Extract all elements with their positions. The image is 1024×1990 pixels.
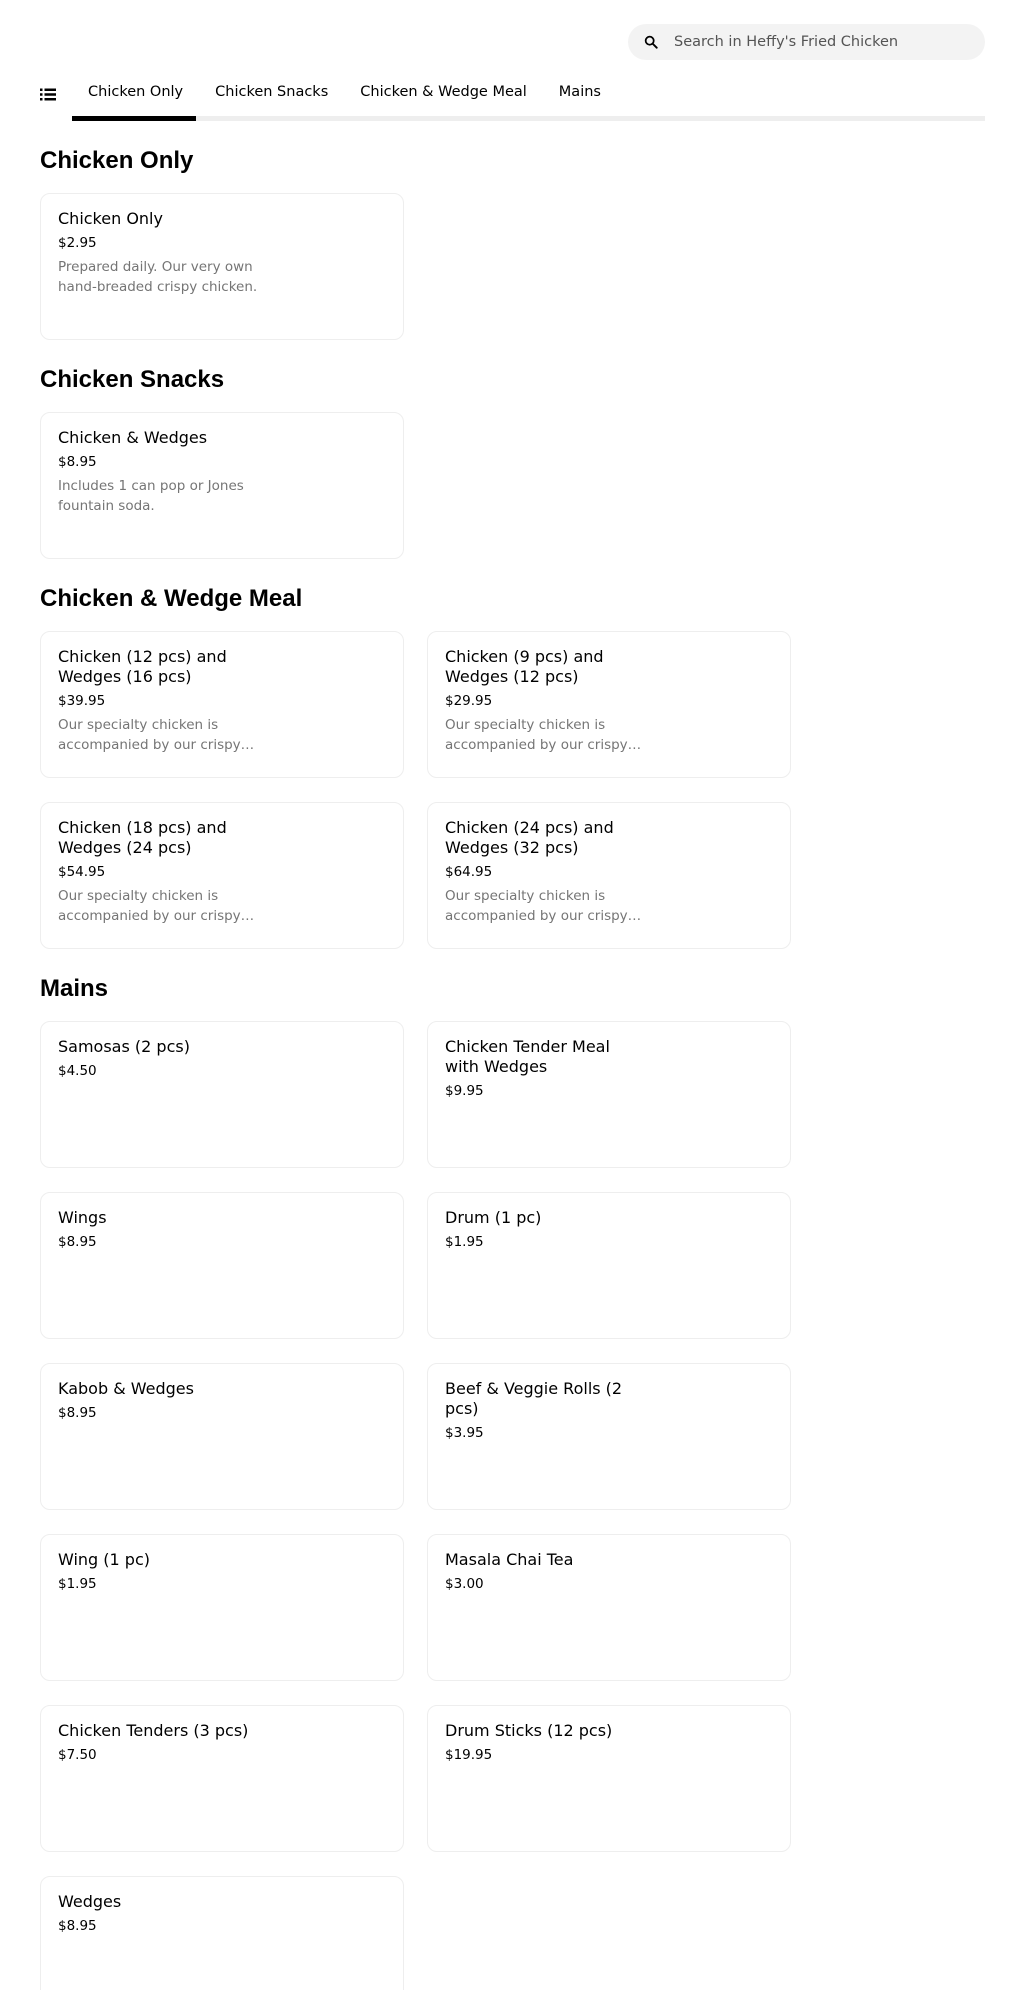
- menu-item-card[interactable]: Chicken (24 pcs) and Wedges (32 pcs) $64…: [427, 802, 791, 949]
- item-price: $3.00: [445, 1576, 484, 1592]
- item-name: Wing (1 pc): [58, 1550, 150, 1569]
- item-price: $8.95: [58, 454, 97, 470]
- menu-item-card[interactable]: Wing (1 pc) $1.95: [40, 1534, 404, 1681]
- menu-item-card[interactable]: Masala Chai Tea $3.00: [427, 1534, 791, 1681]
- item-price: $64.95: [445, 864, 493, 880]
- menu-item-card[interactable]: Chicken (9 pcs) and Wedges (12 pcs) $29.…: [427, 631, 791, 778]
- item-description: Prepared daily. Our very own hand-breade…: [58, 259, 258, 295]
- item-price: $39.95: [58, 693, 106, 709]
- item-price: $4.50: [58, 1063, 97, 1079]
- item-price: $3.95: [445, 1425, 484, 1441]
- search-icon: [644, 35, 658, 49]
- category-tabs: Chicken Only Chicken Snacks Chicken & We…: [72, 76, 617, 120]
- item-description: Our specialty chicken is accompanied by …: [445, 717, 628, 753]
- item-price: $8.95: [58, 1405, 97, 1421]
- menu-item-card[interactable]: Beef & Veggie Rolls (2 pcs) $3.95: [427, 1363, 791, 1510]
- item-name: Drum Sticks (12 pcs): [445, 1721, 613, 1740]
- item-name: Chicken & Wedges: [58, 428, 208, 447]
- tab-chicken-snacks[interactable]: Chicken Snacks: [199, 76, 344, 120]
- item-price: $1.95: [445, 1234, 484, 1250]
- item-price: $1.95: [58, 1576, 97, 1592]
- section-title-mains: Mains: [40, 975, 109, 1002]
- item-price: $9.95: [445, 1083, 484, 1099]
- item-name: Beef & Veggie Rolls (2 pcs): [445, 1379, 623, 1418]
- item-name: Kabob & Wedges: [58, 1379, 194, 1398]
- item-description: Includes 1 can pop or Jones fountain sod…: [58, 478, 244, 514]
- item-price: $19.95: [445, 1747, 493, 1763]
- active-tab-indicator: [72, 116, 196, 121]
- tab-chicken-only[interactable]: Chicken Only: [72, 76, 199, 120]
- item-price: $54.95: [58, 864, 106, 880]
- list-menu-icon[interactable]: [40, 88, 56, 101]
- item-name: Masala Chai Tea: [445, 1550, 574, 1569]
- item-name: Chicken Only: [58, 209, 163, 228]
- item-name: Chicken (9 pcs) and Wedges (12 pcs): [445, 647, 604, 686]
- item-name: Chicken Tenders (3 pcs): [58, 1721, 249, 1740]
- item-name: Chicken (24 pcs) and Wedges (32 pcs): [445, 818, 614, 857]
- section-title-chicken-snacks: Chicken Snacks: [40, 366, 225, 393]
- item-name: Drum (1 pc): [445, 1208, 542, 1227]
- tab-mains[interactable]: Mains: [543, 76, 617, 120]
- item-price: $8.95: [58, 1918, 97, 1934]
- menu-item-card[interactable]: Drum Sticks (12 pcs) $19.95: [427, 1705, 791, 1852]
- item-name: Chicken (12 pcs) and Wedges (16 pcs): [58, 647, 227, 686]
- search-input[interactable]: [674, 24, 974, 60]
- menu-item-card[interactable]: Chicken (12 pcs) and Wedges (16 pcs) $39…: [40, 631, 404, 778]
- menu-item-card[interactable]: Chicken (18 pcs) and Wedges (24 pcs) $54…: [40, 802, 404, 949]
- item-price: $8.95: [58, 1234, 97, 1250]
- item-price: $7.50: [58, 1747, 97, 1763]
- section-title-chicken-only: Chicken Only: [40, 147, 194, 174]
- item-price: $2.95: [58, 235, 97, 251]
- item-name: Chicken (18 pcs) and Wedges (24 pcs): [58, 818, 227, 857]
- item-name: Samosas (2 pcs): [58, 1037, 190, 1056]
- menu-item-card[interactable]: Samosas (2 pcs) $4.50: [40, 1021, 404, 1168]
- item-description: Our specialty chicken is accompanied by …: [58, 888, 241, 924]
- item-description: Our specialty chicken is accompanied by …: [445, 888, 628, 924]
- tab-chicken-wedge-meal[interactable]: Chicken & Wedge Meal: [344, 76, 543, 120]
- section-title-chicken-wedge-meal: Chicken & Wedge Meal: [40, 585, 303, 612]
- item-name: Wings: [58, 1208, 107, 1227]
- item-description: Our specialty chicken is accompanied by …: [58, 717, 241, 753]
- menu-item-card[interactable]: Chicken Only $2.95 Prepared daily. Our v…: [40, 193, 404, 340]
- menu-item-card[interactable]: Wings $8.95: [40, 1192, 404, 1339]
- item-price: $29.95: [445, 693, 493, 709]
- tab-track: [72, 116, 985, 121]
- search-bar[interactable]: [628, 24, 985, 60]
- menu-item-card[interactable]: Chicken & Wedges $8.95 Includes 1 can po…: [40, 412, 404, 559]
- menu-item-card[interactable]: Chicken Tender Meal with Wedges $9.95: [427, 1021, 791, 1168]
- menu-item-card[interactable]: Wedges $8.95: [40, 1876, 404, 1990]
- menu-item-card[interactable]: Chicken Tenders (3 pcs) $7.50: [40, 1705, 404, 1852]
- item-name: Chicken Tender Meal with Wedges: [445, 1037, 610, 1076]
- menu-item-card[interactable]: Kabob & Wedges $8.95: [40, 1363, 404, 1510]
- menu-item-card[interactable]: Drum (1 pc) $1.95: [427, 1192, 791, 1339]
- item-name: Wedges: [58, 1892, 122, 1911]
